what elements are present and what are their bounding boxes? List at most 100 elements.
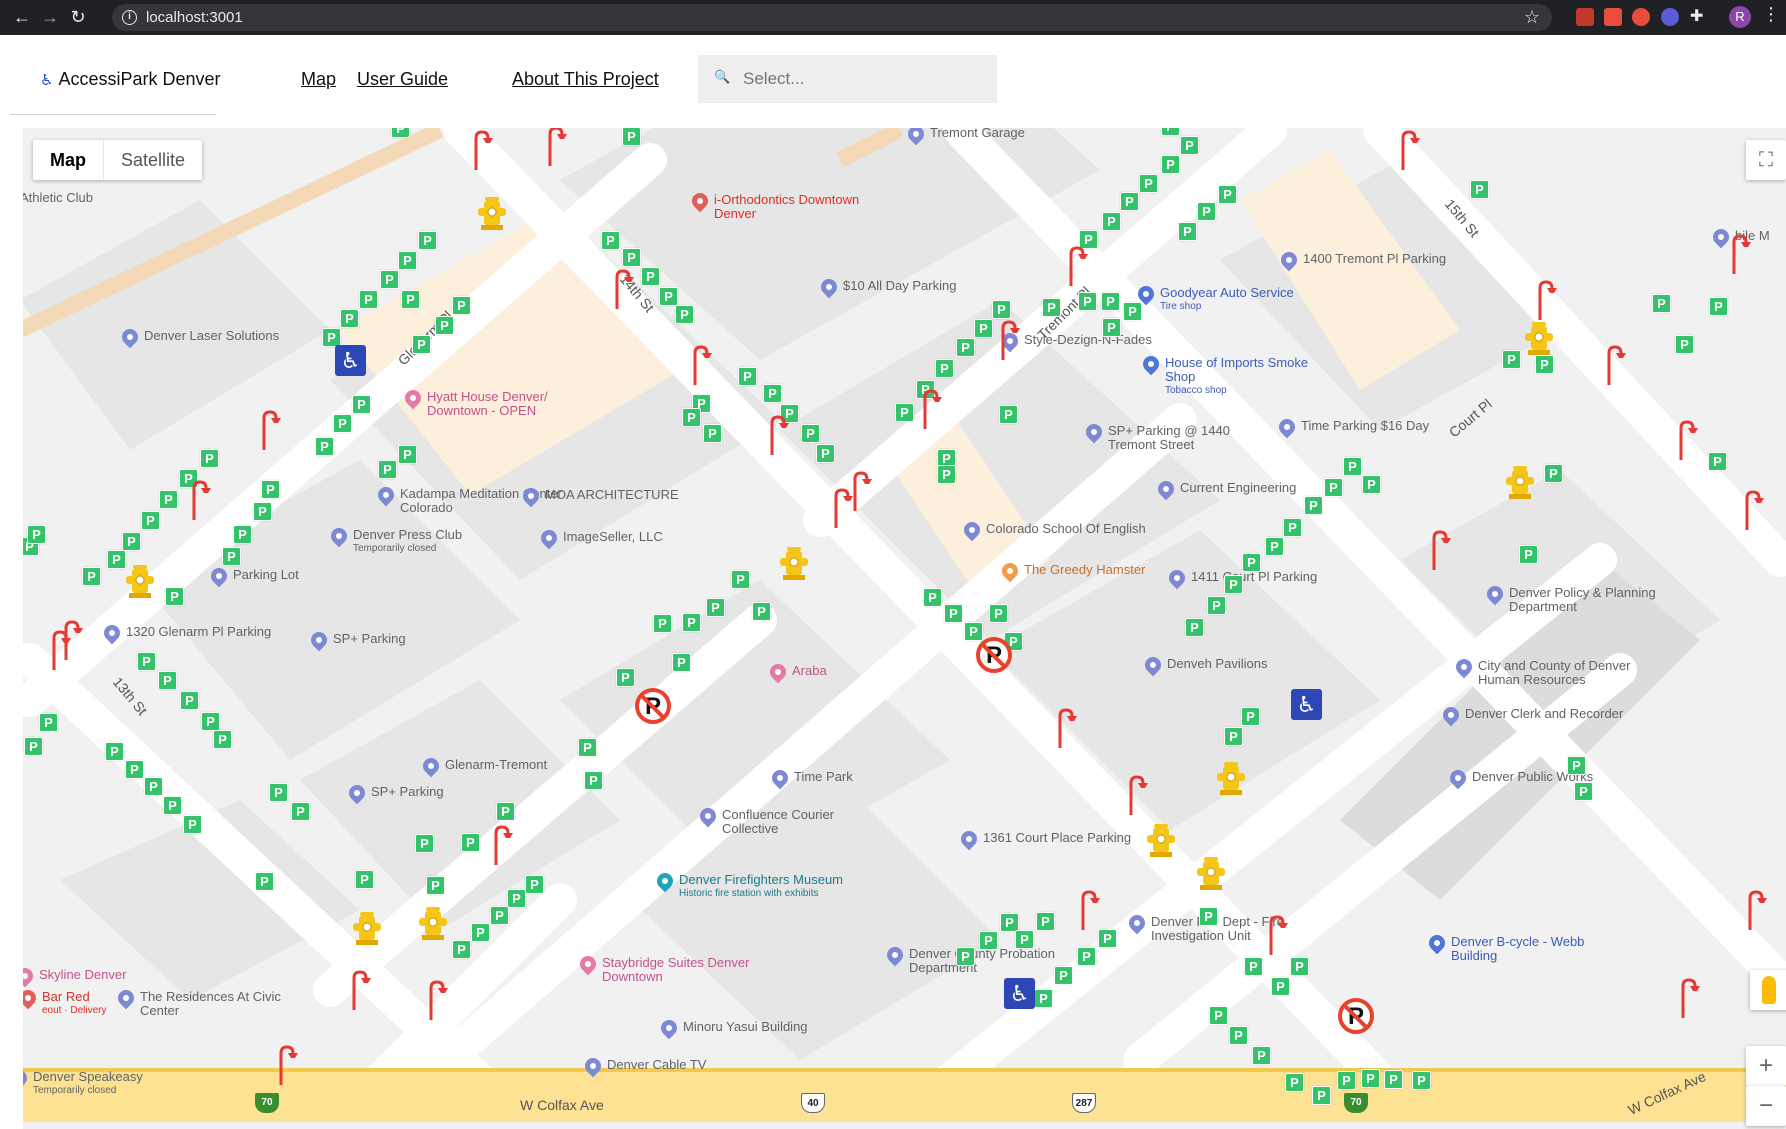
street-lamp-icon[interactable] <box>61 620 83 662</box>
parking-marker-icon[interactable]: P <box>1102 212 1121 231</box>
accessible-parking-icon[interactable]: ♿ <box>335 345 366 376</box>
parking-marker-icon[interactable]: P <box>412 335 431 354</box>
street-view-pegman-icon[interactable] <box>1750 970 1786 1010</box>
parking-marker-icon[interactable]: P <box>956 947 975 966</box>
parking-marker-icon[interactable]: P <box>1675 335 1694 354</box>
parking-marker-icon[interactable]: P <box>315 437 334 456</box>
fire-hydrant-icon[interactable] <box>418 903 448 941</box>
parking-marker-icon[interactable]: P <box>1229 1026 1248 1045</box>
back-icon[interactable]: ← <box>10 5 34 29</box>
parking-marker-icon[interactable]: P <box>435 316 454 335</box>
parking-marker-icon[interactable]: P <box>27 525 46 544</box>
parking-marker-icon[interactable]: P <box>675 305 694 324</box>
fire-hydrant-icon[interactable] <box>1524 318 1554 356</box>
parking-marker-icon[interactable]: P <box>340 309 359 328</box>
street-lamp-icon[interactable] <box>998 320 1020 362</box>
parking-marker-icon[interactable]: P <box>39 713 58 732</box>
parking-marker-icon[interactable]: P <box>1242 553 1261 572</box>
street-lamp-icon[interactable] <box>189 480 211 522</box>
parking-marker-icon[interactable]: P <box>801 424 820 443</box>
parking-marker-icon[interactable]: P <box>269 783 288 802</box>
street-lamp-icon[interactable] <box>349 970 371 1012</box>
extension-icon[interactable] <box>1632 8 1650 26</box>
parking-marker-icon[interactable]: P <box>255 872 274 891</box>
parking-marker-icon[interactable]: P <box>1244 957 1263 976</box>
parking-marker-icon[interactable]: P <box>944 604 963 623</box>
parking-marker-icon[interactable]: P <box>378 460 397 479</box>
parking-marker-icon[interactable]: P <box>291 802 310 821</box>
parking-marker-icon[interactable]: P <box>355 870 374 889</box>
parking-marker-icon[interactable]: P <box>1265 537 1284 556</box>
parking-marker-icon[interactable]: P <box>641 267 660 286</box>
parking-marker-icon[interactable]: P <box>137 652 156 671</box>
parking-marker-icon[interactable]: P <box>1343 457 1362 476</box>
street-lamp-icon[interactable] <box>276 1045 298 1087</box>
parking-marker-icon[interactable]: P <box>380 270 399 289</box>
parking-marker-icon[interactable]: P <box>1290 957 1309 976</box>
parking-marker-icon[interactable]: P <box>653 614 672 633</box>
parking-marker-icon[interactable]: P <box>1015 930 1034 949</box>
street-lamp-icon[interactable] <box>1126 775 1148 817</box>
parking-marker-icon[interactable]: P <box>738 367 757 386</box>
extensions-puzzle-icon[interactable]: ✚ <box>1690 8 1708 26</box>
street-lamp-icon[interactable] <box>1398 130 1420 172</box>
parking-marker-icon[interactable]: P <box>703 424 722 443</box>
parking-marker-icon[interactable]: P <box>261 480 280 499</box>
parking-marker-icon[interactable]: P <box>490 906 509 925</box>
parking-marker-icon[interactable]: P <box>659 287 678 306</box>
parking-marker-icon[interactable]: P <box>415 834 434 853</box>
parking-marker-icon[interactable]: P <box>452 296 471 315</box>
parking-marker-icon[interactable]: P <box>682 613 701 632</box>
parking-marker-icon[interactable]: P <box>159 490 178 509</box>
street-lamp-icon[interactable] <box>1678 978 1700 1020</box>
parking-marker-icon[interactable]: P <box>1544 464 1563 483</box>
parking-marker-icon[interactable]: P <box>1218 185 1237 204</box>
brand[interactable]: ♿ AccessiPark Denver <box>40 69 221 90</box>
street-lamp-icon[interactable] <box>831 488 853 530</box>
street-lamp-icon[interactable] <box>920 389 942 431</box>
street-lamp-icon[interactable] <box>1745 890 1767 932</box>
parking-marker-icon[interactable]: P <box>672 653 691 672</box>
street-lamp-icon[interactable] <box>471 130 493 172</box>
street-lamp-icon[interactable] <box>612 269 634 311</box>
parking-marker-icon[interactable]: P <box>1567 756 1586 775</box>
forward-icon[interactable]: → <box>38 5 62 29</box>
parking-marker-icon[interactable]: P <box>496 802 515 821</box>
location-search-select[interactable]: 🔍 Select... <box>698 55 997 103</box>
parking-marker-icon[interactable]: P <box>1098 929 1117 948</box>
parking-marker-icon[interactable]: P <box>418 231 437 250</box>
parking-marker-icon[interactable]: P <box>24 737 43 756</box>
extension-icon[interactable] <box>1576 8 1594 26</box>
nav-about-link[interactable]: About This Project <box>512 69 659 90</box>
parking-marker-icon[interactable]: P <box>180 691 199 710</box>
parking-marker-icon[interactable]: P <box>1207 596 1226 615</box>
parking-marker-icon[interactable]: P <box>213 730 232 749</box>
parking-marker-icon[interactable]: P <box>144 777 163 796</box>
parking-marker-icon[interactable]: P <box>398 445 417 464</box>
fire-hydrant-icon[interactable] <box>779 543 809 581</box>
parking-marker-icon[interactable]: P <box>1197 202 1216 221</box>
parking-marker-icon[interactable]: P <box>1519 545 1538 564</box>
parking-marker-icon[interactable]: P <box>352 395 371 414</box>
parking-marker-icon[interactable]: P <box>359 290 378 309</box>
extension-icon[interactable] <box>1661 8 1679 26</box>
parking-marker-icon[interactable]: P <box>622 248 641 267</box>
parking-marker-icon[interactable]: P <box>1574 782 1593 801</box>
zoom-in-button[interactable]: + <box>1746 1046 1786 1086</box>
parking-marker-icon[interactable]: P <box>1470 180 1489 199</box>
parking-marker-icon[interactable]: P <box>1042 298 1061 317</box>
parking-marker-icon[interactable]: P <box>601 231 620 250</box>
parking-marker-icon[interactable]: P <box>622 128 641 146</box>
street-lamp-icon[interactable] <box>545 128 567 168</box>
info-icon[interactable]: i <box>122 10 137 25</box>
parking-marker-icon[interactable]: P <box>1709 297 1728 316</box>
parking-marker-icon[interactable]: P <box>1502 350 1521 369</box>
parking-marker-icon[interactable]: P <box>731 570 750 589</box>
parking-marker-icon[interactable]: P <box>1252 1046 1271 1065</box>
parking-marker-icon[interactable]: P <box>992 300 1011 319</box>
parking-marker-icon[interactable]: P <box>1161 128 1180 136</box>
bookmark-star-icon[interactable]: ☆ <box>1524 4 1540 31</box>
street-lamp-icon[interactable] <box>491 825 513 867</box>
parking-marker-icon[interactable]: P <box>141 511 160 530</box>
parking-marker-icon[interactable]: P <box>763 384 782 403</box>
